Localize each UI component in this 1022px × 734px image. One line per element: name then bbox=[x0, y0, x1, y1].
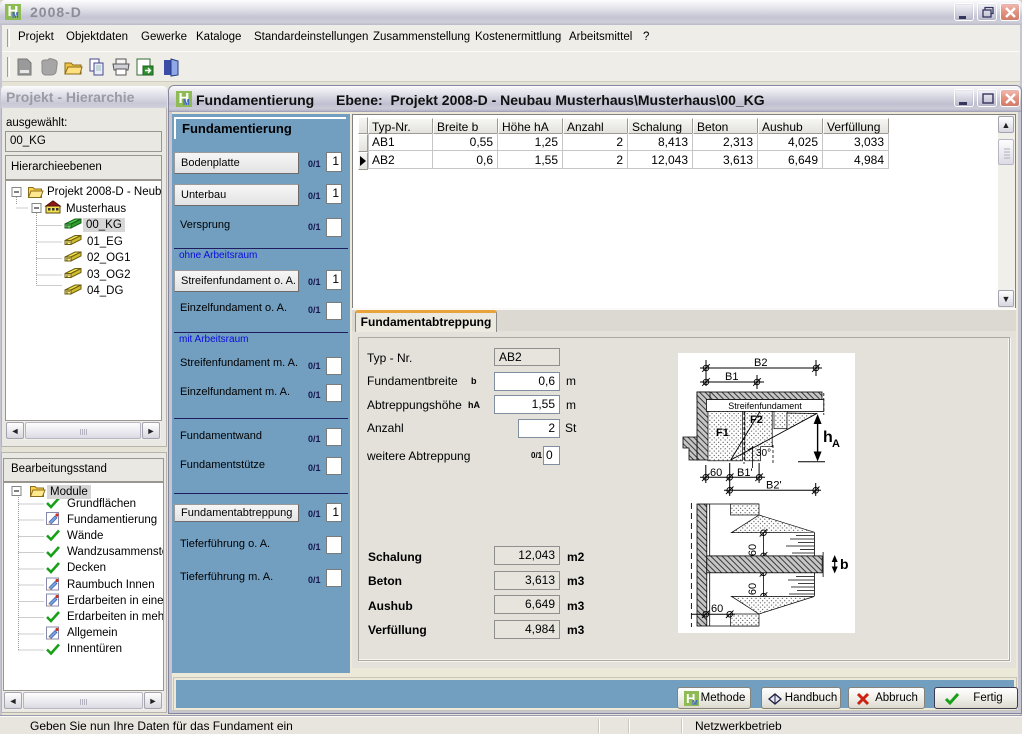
svg-text:60: 60 bbox=[710, 467, 722, 479]
svg-text:B2': B2' bbox=[766, 480, 782, 492]
svg-text:60: 60 bbox=[711, 603, 723, 615]
svg-text:F1: F1 bbox=[716, 427, 729, 439]
svg-text:Streifenfundament: Streifenfundament bbox=[728, 401, 802, 411]
svg-text:F2: F2 bbox=[750, 414, 763, 426]
svg-text:B1: B1 bbox=[725, 371, 738, 383]
svg-text:b: b bbox=[840, 556, 849, 572]
svg-text:30°: 30° bbox=[756, 448, 771, 459]
svg-text:60: 60 bbox=[747, 583, 759, 595]
svg-text:B2: B2 bbox=[754, 357, 767, 369]
svg-text:M: M bbox=[692, 700, 698, 706]
svg-text:60: 60 bbox=[747, 544, 759, 556]
svg-text:B1': B1' bbox=[737, 467, 753, 479]
svg-text:A: A bbox=[832, 438, 840, 450]
